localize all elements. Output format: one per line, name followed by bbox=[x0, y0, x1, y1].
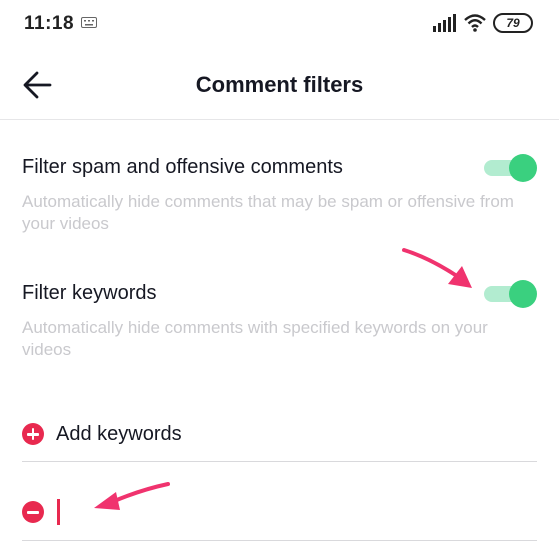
page-title: Comment filters bbox=[195, 72, 364, 97]
setting-filter-keywords: Filter keywords Automatically hide comme… bbox=[22, 282, 537, 361]
keyword-input[interactable] bbox=[54, 498, 354, 526]
toggle-knob bbox=[509, 154, 537, 182]
keyword-entry-row bbox=[22, 497, 537, 527]
setting-filter-spam: Filter spam and offensive comments Autom… bbox=[22, 156, 537, 235]
status-bar: 11:18 79 bbox=[0, 0, 559, 50]
minus-circle-icon[interactable] bbox=[22, 501, 44, 523]
filter-spam-toggle[interactable] bbox=[484, 154, 537, 182]
divider bbox=[22, 461, 537, 462]
add-keywords-button[interactable]: Add keywords bbox=[22, 418, 182, 450]
setting-title: Filter keywords bbox=[22, 282, 157, 304]
toggle-knob bbox=[509, 280, 537, 308]
signal-icon bbox=[433, 14, 456, 32]
add-keywords-label: Add keywords bbox=[56, 422, 182, 445]
filter-keywords-toggle[interactable] bbox=[484, 280, 537, 308]
battery-level: 79 bbox=[506, 16, 520, 30]
divider bbox=[22, 540, 537, 541]
keyboard-icon bbox=[81, 17, 97, 28]
setting-description: Automatically hide comments with specifi… bbox=[22, 318, 488, 359]
status-time: 11:18 bbox=[24, 13, 75, 34]
text-cursor bbox=[57, 499, 60, 525]
wifi-icon bbox=[464, 14, 486, 32]
status-icons: 79 bbox=[433, 12, 533, 34]
header: Comment filters bbox=[0, 50, 559, 120]
battery-icon: 79 bbox=[493, 13, 533, 33]
plus-circle-icon bbox=[22, 423, 44, 445]
setting-description: Automatically hide comments that may be … bbox=[22, 192, 514, 233]
setting-title: Filter spam and offensive comments bbox=[22, 156, 343, 178]
